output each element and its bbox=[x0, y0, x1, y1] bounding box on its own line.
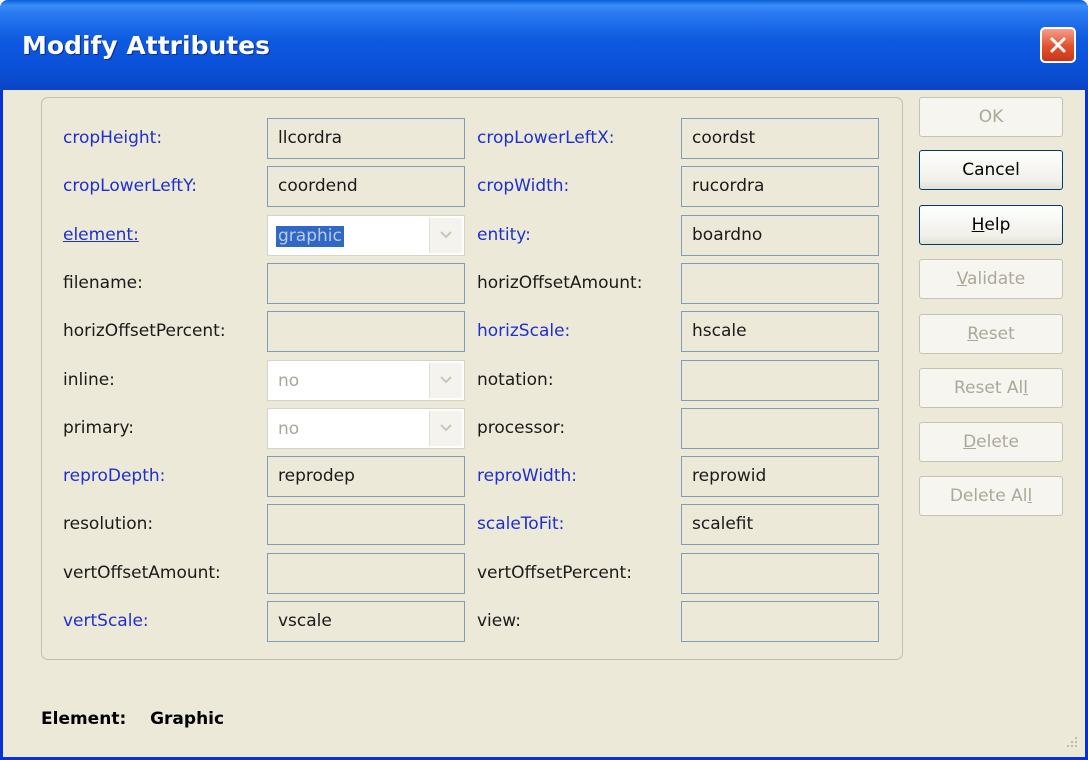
label-reproWidth: reproWidth: bbox=[477, 466, 577, 487]
label-processor: processor: bbox=[477, 417, 566, 438]
validate-button[interactable]: Validate bbox=[919, 259, 1063, 299]
label-horizOffsetAmount: horizOffsetAmount: bbox=[477, 272, 643, 293]
element-select[interactable]: graphic bbox=[267, 214, 465, 256]
status-value: Graphic bbox=[150, 709, 225, 729]
label-vertOffsetPercent: vertOffsetPercent: bbox=[477, 562, 632, 583]
scaleToFit-field[interactable]: scalefit bbox=[681, 504, 879, 546]
status-bar: Element: Graphic bbox=[41, 706, 224, 732]
label-element[interactable]: element: bbox=[63, 222, 139, 248]
title-bar[interactable]: Modify Attributes bbox=[0, 0, 1088, 90]
horizScale-field[interactable]: hscale bbox=[681, 311, 879, 353]
primary-select[interactable]: no bbox=[267, 407, 465, 449]
label-filename: filename: bbox=[63, 272, 143, 293]
label-horizScale: horizScale: bbox=[477, 321, 571, 342]
label-scaleToFit: scaleToFit: bbox=[477, 514, 565, 535]
label-vertOffsetAmount: vertOffsetAmount: bbox=[63, 562, 221, 583]
label-cropHeight: cropHeight: bbox=[63, 128, 163, 148]
close-button[interactable] bbox=[1040, 27, 1076, 63]
vertOffsetPercent-field[interactable] bbox=[681, 552, 879, 594]
primary-select-value: no bbox=[278, 418, 300, 439]
label-notation: notation: bbox=[477, 369, 554, 390]
reset-all-button[interactable]: Reset All bbox=[919, 368, 1063, 408]
horizOffsetAmount-field[interactable] bbox=[681, 262, 879, 304]
label-horizOffsetPercent: horizOffsetPercent: bbox=[63, 321, 226, 342]
inline-select[interactable]: no bbox=[267, 359, 465, 401]
cropLowerLeftY-field[interactable]: coordend bbox=[267, 166, 465, 208]
horizOffsetPercent-field[interactable] bbox=[267, 311, 465, 353]
element-select-value: graphic bbox=[276, 225, 344, 247]
label-vertScale: vertScale: bbox=[63, 611, 149, 631]
label-inline: inline: bbox=[63, 369, 115, 390]
close-icon bbox=[1050, 37, 1066, 53]
window-title: Modify Attributes bbox=[22, 31, 271, 60]
vertOffsetAmount-field[interactable] bbox=[267, 552, 465, 594]
chevron-down-icon[interactable] bbox=[429, 217, 462, 253]
chevron-down-icon[interactable] bbox=[429, 410, 462, 446]
label-view: view: bbox=[477, 611, 521, 631]
reproDepth-field[interactable]: reprodep bbox=[267, 456, 465, 498]
chevron-down-icon[interactable] bbox=[429, 362, 462, 398]
label-primary: primary: bbox=[63, 417, 135, 438]
label-reproDepth: reproDepth: bbox=[63, 466, 166, 487]
vertScale-field[interactable]: vscale bbox=[267, 601, 465, 642]
delete-all-button[interactable]: Delete All bbox=[919, 476, 1063, 516]
inline-select-value: no bbox=[278, 370, 300, 391]
label-entity: entity: bbox=[477, 224, 531, 245]
help-button[interactable]: Help bbox=[919, 205, 1063, 245]
status-label: Element: bbox=[41, 709, 127, 729]
notation-field[interactable] bbox=[681, 359, 879, 401]
filename-field[interactable] bbox=[267, 262, 465, 304]
cancel-button[interactable]: Cancel bbox=[919, 150, 1063, 190]
view-field[interactable] bbox=[681, 601, 879, 642]
delete-button[interactable]: Delete bbox=[919, 422, 1063, 462]
modify-attributes-dialog: Modify Attributes cropHeight: llcordra cro… bbox=[0, 0, 1088, 760]
label-cropLowerLeftX: cropLowerLeftX: bbox=[477, 128, 615, 148]
reproWidth-field[interactable]: reprowid bbox=[681, 456, 879, 498]
resize-grip-icon[interactable] bbox=[1063, 735, 1079, 751]
cropWidth-field[interactable]: rucordra bbox=[681, 166, 879, 208]
label-resolution: resolution: bbox=[63, 514, 154, 535]
processor-field[interactable] bbox=[681, 407, 879, 449]
entity-field[interactable]: boardno bbox=[681, 214, 879, 256]
cropHeight-field[interactable]: llcordra bbox=[267, 118, 465, 159]
label-cropWidth: cropWidth: bbox=[477, 176, 570, 197]
label-cropLowerLeftY: cropLowerLeftY: bbox=[63, 176, 197, 197]
ok-button[interactable]: OK bbox=[919, 97, 1063, 137]
cropLowerLeftX-field[interactable]: coordst bbox=[681, 118, 879, 159]
reset-button[interactable]: Reset bbox=[919, 314, 1063, 354]
resolution-field[interactable] bbox=[267, 504, 465, 546]
